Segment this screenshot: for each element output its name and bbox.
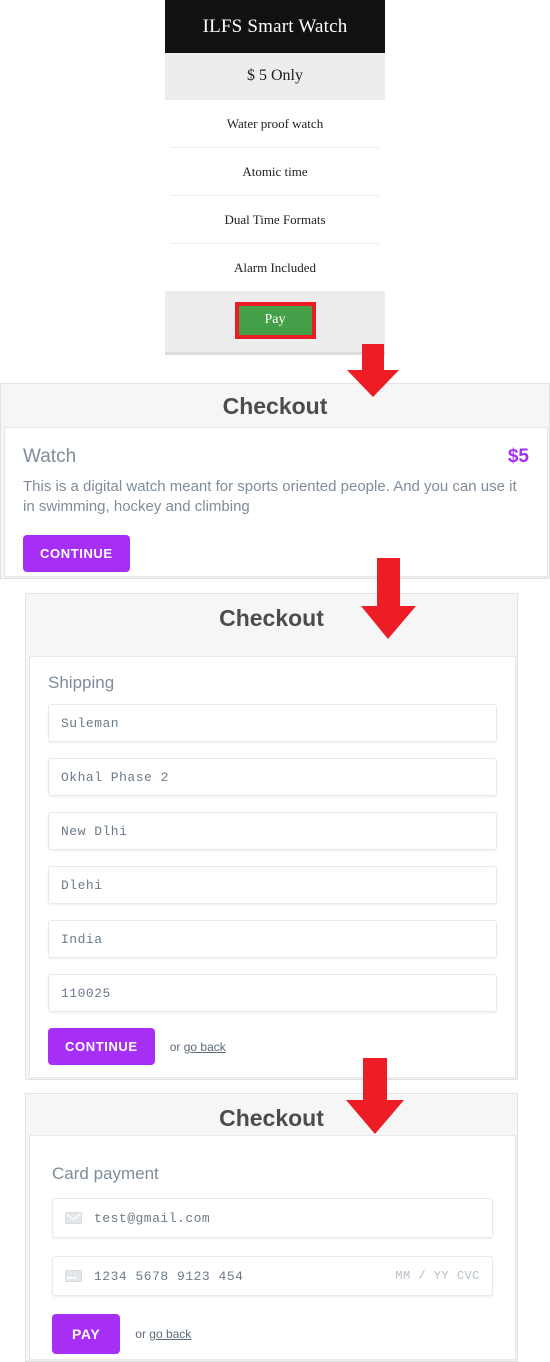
arrow-down-icon <box>359 558 418 641</box>
envelope-icon <box>65 1212 82 1224</box>
product-pay-button[interactable]: Pay <box>238 306 312 335</box>
item-description: This is a digital watch meant for sports… <box>23 478 517 516</box>
zip-field[interactable]: 110025 <box>48 974 497 1012</box>
zip-field-value: 110025 <box>61 985 111 1001</box>
shipping-go-back-link[interactable]: go back <box>184 1040 226 1054</box>
arrow-down-icon <box>345 344 401 399</box>
card-payment-form-card: Card payment test@gmail.com 1234 5678 91… <box>29 1135 516 1360</box>
arrow-down-icon <box>344 1058 406 1136</box>
item-name: Watch <box>23 446 77 467</box>
checkout-heading: Checkout <box>222 393 328 419</box>
order-summary-card: Watch $5 This is a digital watch meant f… <box>4 427 548 577</box>
state-field-value: Dlehi <box>61 877 103 893</box>
product-feature: Atomic time <box>170 148 380 196</box>
checkout-heading: Checkout <box>219 1105 324 1131</box>
checkout-panel-payment: Checkout Card payment test@gmail.com 123… <box>25 1093 518 1362</box>
product-feature: Dual Time Formats <box>170 196 380 244</box>
pay-button[interactable]: PAY <box>52 1314 121 1354</box>
card-payment-section-label: Card payment <box>52 1164 159 1183</box>
pay-button-highlight: Pay <box>234 302 316 339</box>
email-field-value: test@gmail.com <box>94 1210 211 1226</box>
shipping-go-back-wrap: or go back <box>170 1040 226 1054</box>
payment-go-back-wrap: or go back <box>135 1327 191 1341</box>
city-field[interactable]: New Dlhi <box>48 812 497 850</box>
address-line1-field-value: Okhal Phase 2 <box>61 769 169 785</box>
checkout-heading: Checkout <box>219 605 324 631</box>
arrow-down-glyph <box>361 558 416 639</box>
address-line1-field[interactable]: Okhal Phase 2 <box>48 758 497 796</box>
credit-card-icon <box>65 1270 82 1282</box>
card-expiry-cvc-hint[interactable]: MM / YY CVC <box>395 1269 480 1283</box>
product-title: ILFS Smart Watch <box>165 0 385 53</box>
product-feature-list: Water proof watch Atomic time Dual Time … <box>165 100 385 291</box>
checkout-panel-shipping: Checkout Shipping Suleman Okhal Phase 2 … <box>25 593 518 1080</box>
item-price: $5 <box>507 446 529 467</box>
summary-continue-button[interactable]: CONTINUE <box>23 534 130 572</box>
state-field[interactable]: Dlehi <box>48 866 497 904</box>
arrow-down-glyph <box>346 1058 404 1134</box>
or-text: or <box>135 1327 146 1341</box>
country-field[interactable]: India <box>48 920 497 958</box>
name-field-value: Suleman <box>61 715 120 731</box>
checkout-panel-summary: Checkout Watch $5 This is a digital watc… <box>0 383 550 579</box>
order-summary-row: Watch $5 <box>23 446 529 468</box>
or-text: or <box>169 1039 181 1054</box>
shipping-actions: CONTINUE or go back <box>48 1028 497 1065</box>
city-field-value: New Dlhi <box>61 823 128 839</box>
payment-go-back-link[interactable]: go back <box>149 1327 191 1341</box>
shipping-form-card: Shipping Suleman Okhal Phase 2 New Dlhi … <box>29 656 516 1078</box>
card-number-field[interactable]: 1234 5678 9123 454 MM / YY CVC <box>52 1256 493 1296</box>
payment-actions: PAY or go back <box>52 1314 493 1354</box>
shipping-continue-button[interactable]: CONTINUE <box>48 1028 155 1065</box>
product-feature: Water proof watch <box>170 100 380 148</box>
country-field-value: India <box>61 931 103 947</box>
email-field[interactable]: test@gmail.com <box>52 1198 493 1238</box>
card-number-field-value: 1234 5678 9123 454 <box>94 1268 244 1284</box>
product-card: ILFS Smart Watch $ 5 Only Water proof wa… <box>165 0 385 355</box>
shipping-section-label: Shipping <box>48 673 115 692</box>
arrow-down-glyph <box>347 344 399 397</box>
product-price: $ 5 Only <box>165 53 385 100</box>
product-feature: Alarm Included <box>234 260 316 275</box>
name-field[interactable]: Suleman <box>48 704 497 742</box>
